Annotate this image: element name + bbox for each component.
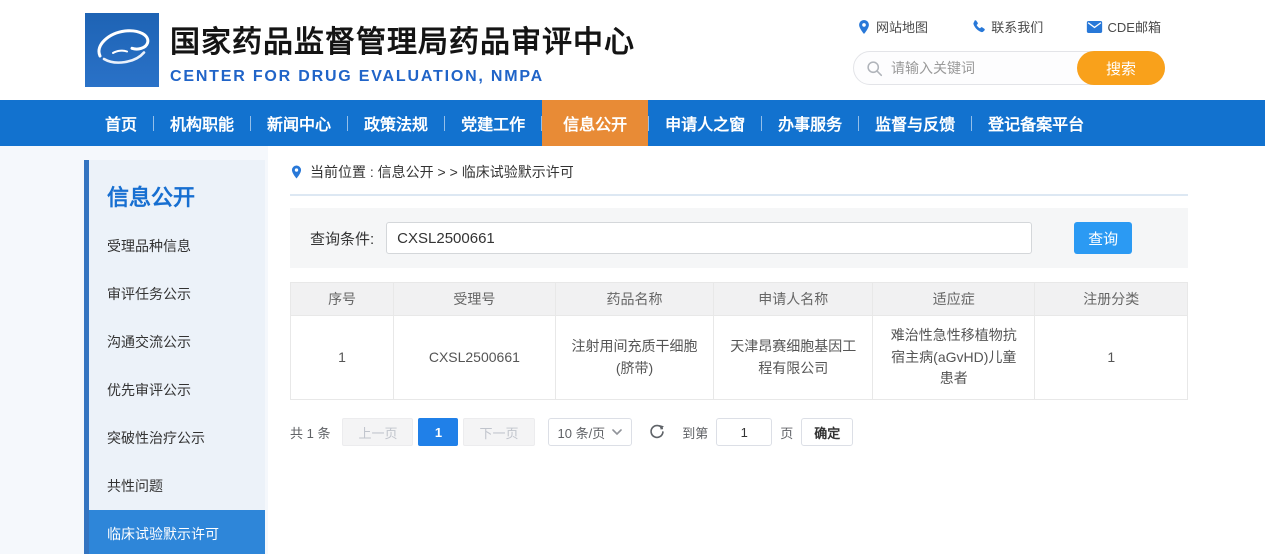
- main-nav: 首页 机构职能 新闻中心 政策法规 党建工作 信息公开 申请人之窗 办事服务 监…: [0, 100, 1265, 146]
- nav-item-home[interactable]: 首页: [89, 100, 153, 146]
- location-pin-icon: [857, 19, 871, 35]
- query-input[interactable]: [386, 222, 1032, 254]
- confirm-button[interactable]: 确定: [801, 418, 853, 446]
- sidebar: 信息公开 受理品种信息 审评任务公示 沟通交流公示 优先审评公示 突破性治疗公示…: [84, 160, 265, 554]
- nav-item-functions[interactable]: 机构职能: [154, 100, 250, 146]
- nav-item-supervision-feedback[interactable]: 监督与反馈: [859, 100, 971, 146]
- nav-item-policies[interactable]: 政策法规: [348, 100, 444, 146]
- query-button[interactable]: 查询: [1074, 222, 1132, 254]
- sidebar-item-common-questions[interactable]: 共性问题: [89, 462, 265, 510]
- page-unit-label: 页: [780, 423, 793, 442]
- page-body: 信息公开 受理品种信息 审评任务公示 沟通交流公示 优先审评公示 突破性治疗公示…: [0, 146, 1265, 554]
- pagination: 共 1 条 上一页 1 下一页 10 条/页 到第 页 确定: [290, 418, 1188, 446]
- sitemap-label: 网站地图: [876, 17, 928, 36]
- phone-icon: [970, 19, 986, 35]
- sidebar-item-review-tasks[interactable]: 审评任务公示: [89, 270, 265, 318]
- cell-acceptance-no: CXSL2500661: [394, 316, 555, 400]
- prev-page-button[interactable]: 上一页: [342, 418, 413, 446]
- location-pin-icon: [290, 164, 303, 180]
- envelope-icon: [1086, 20, 1103, 34]
- contact-label: 联系我们: [991, 17, 1043, 36]
- chevron-down-icon: [612, 429, 622, 436]
- search-button[interactable]: 搜索: [1077, 51, 1165, 85]
- col-header-index: 序号: [291, 283, 394, 316]
- table-row: 1 CXSL2500661 注射用间充质干细胞(脐带) 天津昂赛细胞基因工程有限…: [291, 316, 1188, 400]
- header-search: 搜索: [853, 51, 1165, 85]
- nav-item-info-disclosure[interactable]: 信息公开: [542, 100, 648, 146]
- nav-item-news[interactable]: 新闻中心: [251, 100, 347, 146]
- cell-drug-name: 注射用间充质干细胞(脐带): [555, 316, 714, 400]
- col-header-registration-category: 注册分类: [1035, 283, 1188, 316]
- col-header-indication: 适应症: [873, 283, 1035, 316]
- total-count-label: 共 1 条: [290, 423, 330, 442]
- col-header-acceptance-no: 受理号: [394, 283, 555, 316]
- col-header-applicant: 申请人名称: [714, 283, 873, 316]
- keyword-search-input[interactable]: [891, 60, 1061, 76]
- site-header: 国家药品监督管理局药品审评中心 CENTER FOR DRUG EVALUATI…: [0, 0, 1265, 100]
- sidebar-item-breakthrough-therapy[interactable]: 突破性治疗公示: [89, 414, 265, 462]
- sidebar-title: 信息公开: [89, 160, 265, 222]
- page-number-button[interactable]: 1: [418, 418, 458, 446]
- goto-page-input[interactable]: [716, 418, 772, 446]
- main-content: 当前位置 : 信息公开 > > 临床试验默示许可 查询条件: 查询 序号 受理号…: [268, 146, 1265, 554]
- goto-page-label: 到第: [682, 423, 708, 442]
- sitemap-link[interactable]: 网站地图: [857, 17, 928, 36]
- breadcrumb: 当前位置 : 信息公开 > > 临床试验默示许可: [290, 162, 1188, 196]
- sidebar-item-clinical-trial-implied-license[interactable]: 临床试验默示许可: [89, 510, 265, 554]
- cde-logo-icon: [85, 13, 159, 87]
- sidebar-item-communication[interactable]: 沟通交流公示: [89, 318, 265, 366]
- cell-registration-category: 1: [1035, 316, 1188, 400]
- cell-applicant: 天津昂赛细胞基因工程有限公司: [714, 316, 873, 400]
- nav-item-party-building[interactable]: 党建工作: [445, 100, 541, 146]
- results-table: 序号 受理号 药品名称 申请人名称 适应症 注册分类 1 CXSL2500661…: [290, 282, 1188, 400]
- next-page-button[interactable]: 下一页: [463, 418, 534, 446]
- mailbox-label: CDE邮箱: [1108, 17, 1161, 36]
- quick-links: 网站地图 联系我们 CDE邮箱: [853, 17, 1165, 36]
- cell-indication: 难治性急性移植物抗宿主病(aGvHD)儿童患者: [873, 316, 1035, 400]
- sidebar-item-accepted-varieties[interactable]: 受理品种信息: [89, 222, 265, 270]
- table-header-row: 序号 受理号 药品名称 申请人名称 适应症 注册分类: [291, 283, 1188, 316]
- query-panel: 查询条件: 查询: [290, 208, 1188, 268]
- mailbox-link[interactable]: CDE邮箱: [1086, 17, 1161, 36]
- header-right: 网站地图 联系我们 CDE邮箱 搜索: [853, 17, 1165, 85]
- refresh-icon[interactable]: [648, 423, 666, 441]
- query-label: 查询条件:: [310, 228, 374, 249]
- site-title: 国家药品监督管理局药品审评中心: [170, 17, 635, 61]
- site-subtitle: CENTER FOR DRUG EVALUATION, NMPA: [170, 68, 635, 86]
- search-icon: [866, 60, 883, 77]
- contact-link[interactable]: 联系我们: [970, 17, 1043, 36]
- col-header-drug-name: 药品名称: [555, 283, 714, 316]
- nav-item-services[interactable]: 办事服务: [762, 100, 858, 146]
- cell-index: 1: [291, 316, 394, 400]
- breadcrumb-text: 当前位置 : 信息公开 > > 临床试验默示许可: [310, 162, 574, 182]
- sidebar-item-priority-review[interactable]: 优先审评公示: [89, 366, 265, 414]
- brand-block: 国家药品监督管理局药品审评中心 CENTER FOR DRUG EVALUATI…: [170, 17, 635, 86]
- page-size-select[interactable]: 10 条/页: [548, 418, 633, 446]
- nav-item-applicant-window[interactable]: 申请人之窗: [649, 100, 761, 146]
- page-size-value: 10 条/页: [558, 423, 606, 442]
- nav-item-registration-platform[interactable]: 登记备案平台: [972, 100, 1100, 146]
